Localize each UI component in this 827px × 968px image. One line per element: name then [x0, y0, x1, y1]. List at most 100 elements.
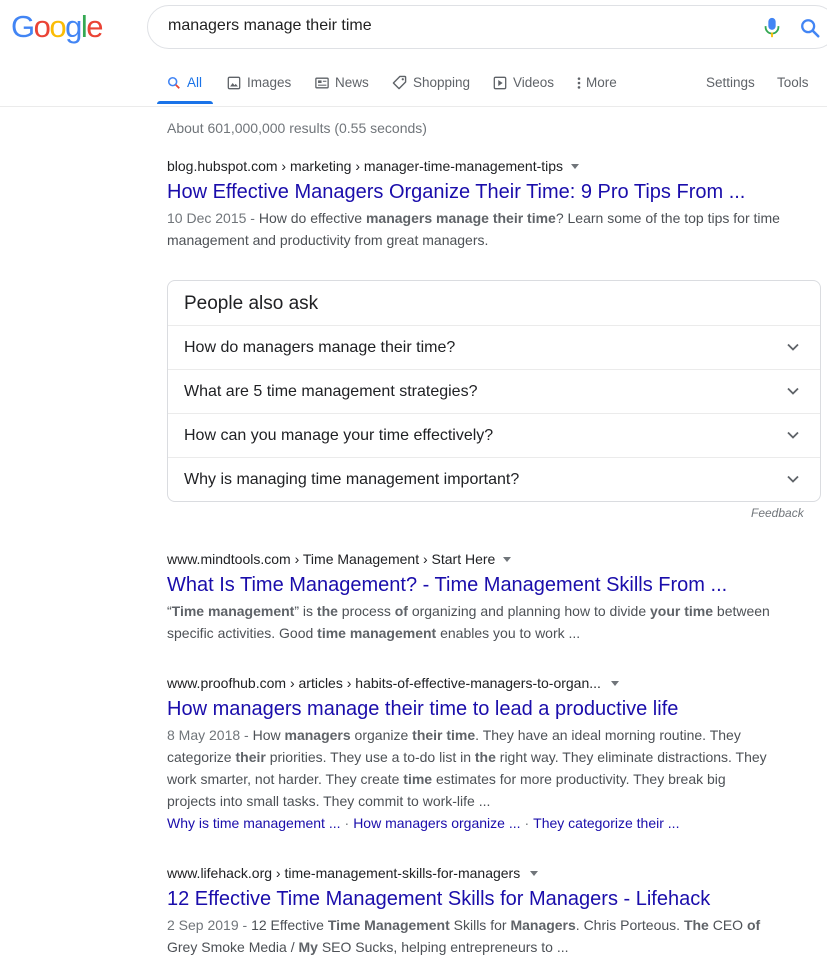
snippet-highlight: time management [317, 625, 437, 641]
snippet-text: CEO [708, 917, 747, 933]
chevron-down-icon [787, 343, 799, 351]
tab-news[interactable]: News [315, 75, 369, 90]
image-icon [227, 76, 241, 89]
search-input[interactable] [168, 17, 728, 35]
result-cite[interactable]: www.proofhub.com › articles › habits-of-… [167, 673, 601, 693]
paa-question[interactable]: How can you manage your time effectively… [168, 413, 820, 457]
result-url[interactable]: www.mindtools.com › Time Management › St… [167, 549, 787, 569]
result-title[interactable]: How managers manage their time to lead a… [167, 696, 777, 722]
snippet-text: . Chris Porteous. [575, 917, 684, 933]
result-cite[interactable]: www.mindtools.com › Time Management › St… [167, 549, 495, 569]
result-date: 8 May 2018 - [167, 727, 253, 743]
result-cite[interactable]: blog.hubspot.com › marketing › manager-t… [167, 156, 563, 176]
snippet-text: priorities. They use a to-do list in [265, 749, 475, 765]
result-date: 10 Dec 2015 - [167, 210, 259, 226]
paa-question-text: How do managers manage their time? [184, 339, 456, 356]
result-url[interactable]: blog.hubspot.com › marketing › manager-t… [167, 156, 787, 176]
paa-question-text: Why is managing time management importan… [184, 471, 520, 488]
snippet-highlight: the [316, 603, 338, 619]
sitelink-separator: · [524, 815, 530, 831]
sitelink[interactable]: They categorize their ... [533, 815, 679, 831]
paa-question-text: How can you manage your time effectively… [184, 427, 494, 444]
tab-label: More [586, 75, 617, 90]
result-snippet: 8 May 2018 - How managers organize their… [167, 724, 777, 812]
paa-question-text: What are 5 time management strategies? [184, 383, 478, 400]
people-also-ask: People also ask How do managers manage t… [167, 280, 821, 502]
google-logo[interactable]: Google [11, 9, 103, 45]
result-title[interactable]: What Is Time Management? - Time Manageme… [167, 572, 787, 598]
tools-link[interactable]: Tools [777, 75, 809, 90]
paa-question[interactable]: What are 5 time management strategies? [168, 369, 820, 413]
search-icon[interactable] [799, 17, 821, 39]
snippet-text: How do effective [258, 210, 366, 226]
snippet-highlight: Time management [171, 603, 295, 619]
result-snippet: “Time management” is the process of orga… [167, 600, 787, 644]
settings-link[interactable]: Settings [706, 75, 755, 90]
logo-letter: o [33, 9, 51, 44]
tab-label: All [187, 75, 203, 90]
search-tabs: All Images News Shopping Videos More Set… [0, 60, 827, 107]
dropdown-arrow-icon[interactable] [530, 870, 539, 876]
tab-more[interactable]: More [576, 75, 617, 90]
tab-label: News [335, 75, 369, 90]
chevron-down-icon [787, 475, 799, 483]
search-icon [167, 76, 180, 89]
dropdown-arrow-icon[interactable] [610, 680, 619, 686]
snippet-highlight: time [403, 771, 433, 787]
dropdown-arrow-icon[interactable] [503, 556, 512, 562]
snippet-text: Skills for [449, 917, 511, 933]
snippet-highlight: their [235, 749, 266, 765]
tab-label: Shopping [413, 75, 471, 90]
snippet-text: 12 Effective [251, 917, 328, 933]
logo-letter: G [11, 9, 35, 44]
tab-videos[interactable]: Videos [493, 75, 554, 90]
microphone-icon[interactable] [762, 17, 782, 39]
search-box[interactable] [147, 5, 827, 49]
result-cite[interactable]: www.lifehack.org › time-management-skill… [167, 863, 520, 883]
paa-question[interactable]: Why is managing time management importan… [168, 457, 820, 501]
sitelink-separator: · [344, 815, 350, 831]
logo-letter: e [86, 9, 103, 44]
snippet-highlight: Time Management [327, 917, 450, 933]
snippet-highlight: managers [284, 727, 351, 743]
chevron-down-icon [787, 387, 799, 395]
snippet-text: organizing and planning how to divide [407, 603, 650, 619]
snippet-text: Grey Smoke Media / [167, 939, 299, 955]
tab-label: Videos [513, 75, 555, 90]
dropdown-arrow-icon[interactable] [571, 163, 580, 169]
snippet-text: process [337, 603, 395, 619]
tab-all[interactable]: All [167, 75, 202, 90]
result-title[interactable]: How Effective Managers Organize Their Ti… [167, 179, 787, 205]
more-vert-icon [577, 76, 581, 89]
snippet-highlight: The [683, 917, 709, 933]
news-icon [315, 77, 329, 88]
result-snippet: 2 Sep 2019 - 12 Effective Time Managemen… [167, 914, 767, 958]
sitelink[interactable]: Why is time management ... [167, 815, 341, 831]
result-title[interactable]: 12 Effective Time Management Skills for … [167, 886, 767, 912]
paa-title: People also ask [184, 293, 319, 314]
logo-letter: g [65, 9, 82, 44]
snippet-highlight: My [298, 939, 318, 955]
snippet-text: ” is [294, 603, 317, 619]
tab-shopping[interactable]: Shopping [392, 75, 470, 90]
result-url[interactable]: www.lifehack.org › time-management-skill… [167, 863, 767, 883]
tag-icon [392, 75, 407, 90]
snippet-text: organize [350, 727, 413, 743]
play-icon [493, 76, 507, 89]
search-result: blog.hubspot.com › marketing › manager-t… [167, 156, 787, 251]
snippet-highlight: your time [650, 603, 714, 619]
snippet-highlight: of [394, 603, 408, 619]
tab-images[interactable]: Images [227, 75, 291, 90]
snippet-highlight: their time [412, 727, 476, 743]
result-url[interactable]: www.proofhub.com › articles › habits-of-… [167, 673, 777, 693]
chevron-down-icon [787, 431, 799, 439]
snippet-text: SEO Sucks, helping entrepreneurs to ... [317, 939, 569, 955]
snippet-text: enables you to work ... [436, 625, 581, 641]
sitelinks: Why is time management ... · How managers … [167, 812, 777, 834]
search-result: www.mindtools.com › Time Management › St… [167, 549, 787, 644]
paa-question[interactable]: How do managers manage their time? [168, 325, 820, 369]
active-tab-indicator [157, 101, 213, 104]
feedback-link[interactable]: Feedback [751, 506, 804, 520]
snippet-highlight: managers manage their time [365, 210, 556, 226]
sitelink[interactable]: How managers organize ... [353, 815, 520, 831]
